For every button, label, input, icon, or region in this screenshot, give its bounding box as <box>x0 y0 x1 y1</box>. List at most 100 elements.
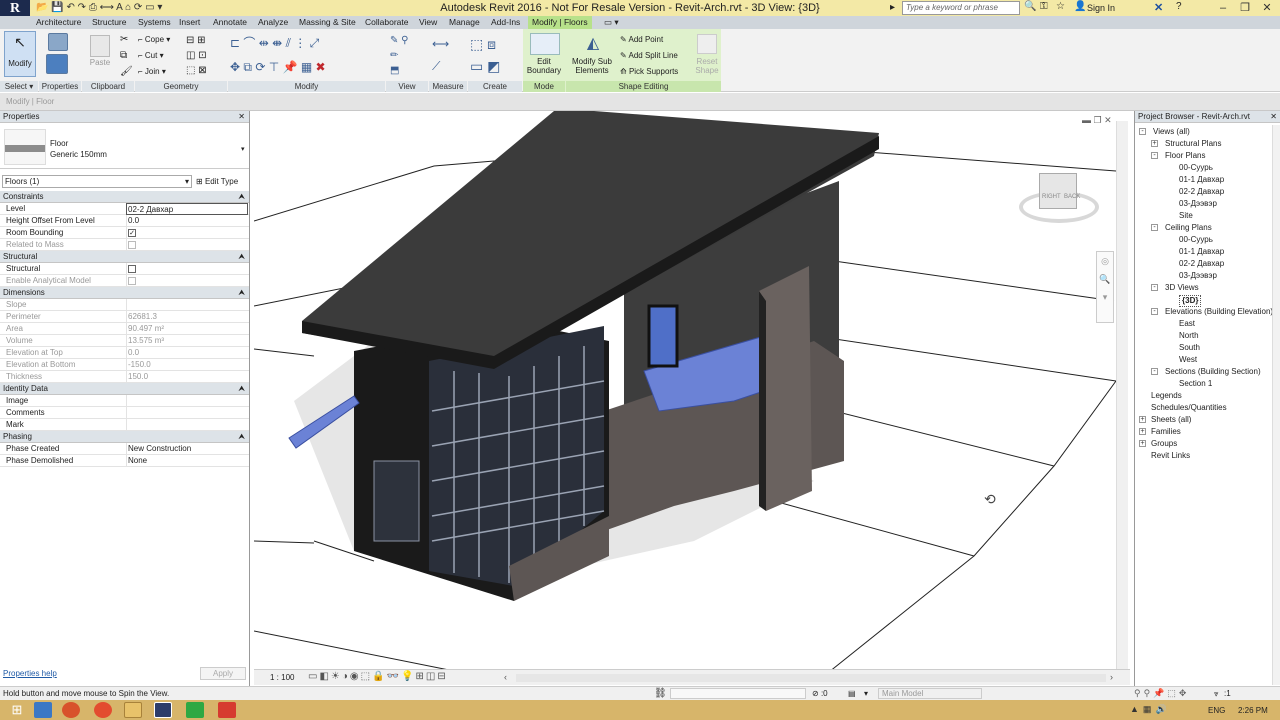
select-panel-label[interactable]: Select ▾ <box>0 81 38 92</box>
browser-node[interactable]: Floor Plans <box>1165 150 1205 162</box>
create-assembly-icon[interactable]: ▭ <box>470 58 483 74</box>
browser-node[interactable]: Groups <box>1151 438 1177 450</box>
explorer-icon[interactable] <box>124 702 142 718</box>
modify-button[interactable]: ↖ Modify <box>4 31 36 77</box>
restore-icon[interactable]: ❐ <box>1234 0 1256 16</box>
copy-icon[interactable]: ⧉ <box>243 60 252 74</box>
default-3d-icon[interactable]: ⌂ <box>125 2 131 13</box>
tab-annotate[interactable]: Annotate <box>209 16 251 29</box>
tree-toggle-icon[interactable]: - <box>1151 368 1158 375</box>
room-bounding-checkbox[interactable]: ✓ <box>128 229 136 237</box>
text-icon[interactable]: A <box>116 2 122 13</box>
selection-box-icon[interactable]: ⬒ <box>390 65 399 76</box>
save-icon[interactable]: 💾 <box>51 2 63 13</box>
tab-architecture[interactable]: Architecture <box>32 16 85 29</box>
visual-style-icon[interactable]: ◧ <box>319 671 330 682</box>
close-icon[interactable]: ✕ <box>1256 0 1278 16</box>
mirror-draw-icon[interactable]: ⇼ <box>272 36 282 50</box>
browser-node[interactable]: Ceiling Plans <box>1165 222 1212 234</box>
horizontal-scrollbar[interactable] <box>516 674 1106 682</box>
phasing-section[interactable]: Phasing ⮝ <box>0 431 249 443</box>
view-cube-box[interactable]: RIGHT BACK <box>1039 173 1080 209</box>
properties-palette-icon[interactable] <box>48 33 70 51</box>
open-icon[interactable]: 📂 <box>36 2 48 13</box>
type-selector[interactable]: Floor Generic 150mm ▾ <box>0 125 249 169</box>
browser-node[interactable]: Legends <box>1151 390 1182 402</box>
shadows-icon[interactable]: ◑ <box>342 671 350 682</box>
browser-node[interactable]: 01-1 Давхар <box>1179 246 1224 258</box>
copy-clipboard-icon[interactable]: ⧉ <box>120 50 127 61</box>
filter-icon[interactable]: ⩔ <box>1214 687 1219 700</box>
tree-toggle-icon[interactable]: + <box>1139 440 1146 447</box>
prop-row-phase-created[interactable]: Phase Created New Construction <box>0 443 249 455</box>
prop-row-image[interactable]: Image <box>0 395 249 407</box>
sign-in-link[interactable]: Sign In <box>1087 3 1115 13</box>
close-hidden-icon[interactable]: ▭ <box>145 2 154 13</box>
prop-row-comments[interactable]: Comments <box>0 407 249 419</box>
view-restore-icon[interactable]: ❐ <box>1094 115 1102 125</box>
tab-systems[interactable]: Systems <box>134 16 175 29</box>
cope-button[interactable]: ⌐ Cope ▾ <box>138 35 170 44</box>
measure-between-icon[interactable]: ⟷ <box>432 37 449 51</box>
search-icon[interactable]: 🔍 <box>1024 1 1036 12</box>
browser-node[interactable]: South <box>1179 342 1200 354</box>
browser-node[interactable]: 3D Views <box>1165 282 1199 294</box>
edit-type-button[interactable]: ⊞ Edit Type <box>196 175 238 188</box>
language-indicator[interactable]: ENG <box>1208 706 1225 715</box>
tree-toggle-icon[interactable]: - <box>1151 152 1158 159</box>
level-value-input[interactable]: 02-2 Давхар <box>126 203 248 215</box>
design-option-dropdown[interactable]: Main Model <box>878 688 982 699</box>
design-options-icon[interactable]: ▤ <box>848 687 856 700</box>
tab-massing-site[interactable]: Massing & Site <box>295 16 360 29</box>
similar-icon[interactable]: ◩ <box>487 58 500 74</box>
temp-hide-icon[interactable]: 👓 <box>387 671 401 682</box>
cut-clipboard-icon[interactable]: ✂ <box>120 34 128 45</box>
highlight-icon[interactable]: ◫ <box>426 671 437 682</box>
join-roof-icon[interactable]: ⊠ <box>198 65 206 76</box>
view-scale[interactable]: 1 : 100 <box>270 673 294 682</box>
analytical-icon[interactable]: ⊞ <box>415 671 425 682</box>
select-links-icon[interactable]: ⚲ <box>1134 688 1144 698</box>
structural-section[interactable]: Structural ⮝ <box>0 251 249 263</box>
browser-node[interactable]: Section 1 <box>1179 378 1212 390</box>
close-browser-icon[interactable]: ✕ <box>1270 111 1277 123</box>
3d-view-canvas[interactable]: RIGHT BACK ◎ 🔍 ▾ ⟲ ▬ ❐ ✕ <box>254 111 1130 684</box>
zoom-icon[interactable]: 🔍 <box>1097 270 1113 288</box>
browser-node[interactable]: West <box>1179 354 1197 366</box>
modify-sub-elements-icon[interactable]: ◭ <box>582 33 604 55</box>
identity-section[interactable]: Identity Data ⮝ <box>0 383 249 395</box>
exchange-apps-icon[interactable]: ✕ <box>1154 1 1163 14</box>
join-button[interactable]: ⌐ Join ▾ <box>138 67 166 76</box>
close-properties-icon[interactable]: ✕ <box>238 111 245 123</box>
prop-row-room-bounding[interactable]: Room Bounding ✓ <box>0 227 249 239</box>
tree-toggle-icon[interactable]: - <box>1151 224 1158 231</box>
scale-icon[interactable]: ⤢ <box>310 36 320 50</box>
tab-structure[interactable]: Structure <box>88 16 131 29</box>
edit-boundary-button[interactable]: Edit Boundary <box>524 57 564 75</box>
sync-icon[interactable]: ⟳ <box>134 2 142 13</box>
browser-node[interactable]: 01-1 Давхар <box>1179 174 1224 186</box>
apply-button[interactable]: Apply <box>200 667 246 680</box>
nav-bar-options-icon[interactable]: ▾ <box>1097 288 1113 306</box>
dimension-icon[interactable]: ⟋ <box>432 59 440 73</box>
tab-manage[interactable]: Manage <box>445 16 484 29</box>
align-icon[interactable]: ⊏ <box>230 36 240 50</box>
tab-add-ins[interactable]: Add-Ins <box>487 16 524 29</box>
add-split-line-button[interactable]: ✎ Add Split Line <box>620 51 678 60</box>
add-point-button[interactable]: ✎ Add Point <box>620 35 663 44</box>
scroll-left-icon[interactable]: ‹ <box>504 672 507 682</box>
reset-shape-button[interactable]: Reset Shape <box>690 57 724 75</box>
tree-toggle-icon[interactable]: + <box>1151 140 1158 147</box>
browser-node[interactable]: 03-Дээвэр <box>1179 198 1217 210</box>
paint-icon[interactable]: ◫ <box>186 50 195 61</box>
measure-icon[interactable]: ⟷ <box>100 2 114 13</box>
crop-icon[interactable]: ⬚ <box>361 671 372 682</box>
app-c-red-icon[interactable] <box>218 702 236 718</box>
browser-scrollbar[interactable] <box>1272 125 1280 685</box>
trim-icon[interactable]: ⊤ <box>269 60 279 74</box>
tree-toggle-icon[interactable]: + <box>1139 416 1146 423</box>
mirror-axis-icon[interactable]: ⇹ <box>259 36 269 50</box>
tab-insert[interactable]: Insert <box>175 16 204 29</box>
chrome-icon[interactable] <box>94 702 112 718</box>
prop-value[interactable] <box>126 419 248 431</box>
